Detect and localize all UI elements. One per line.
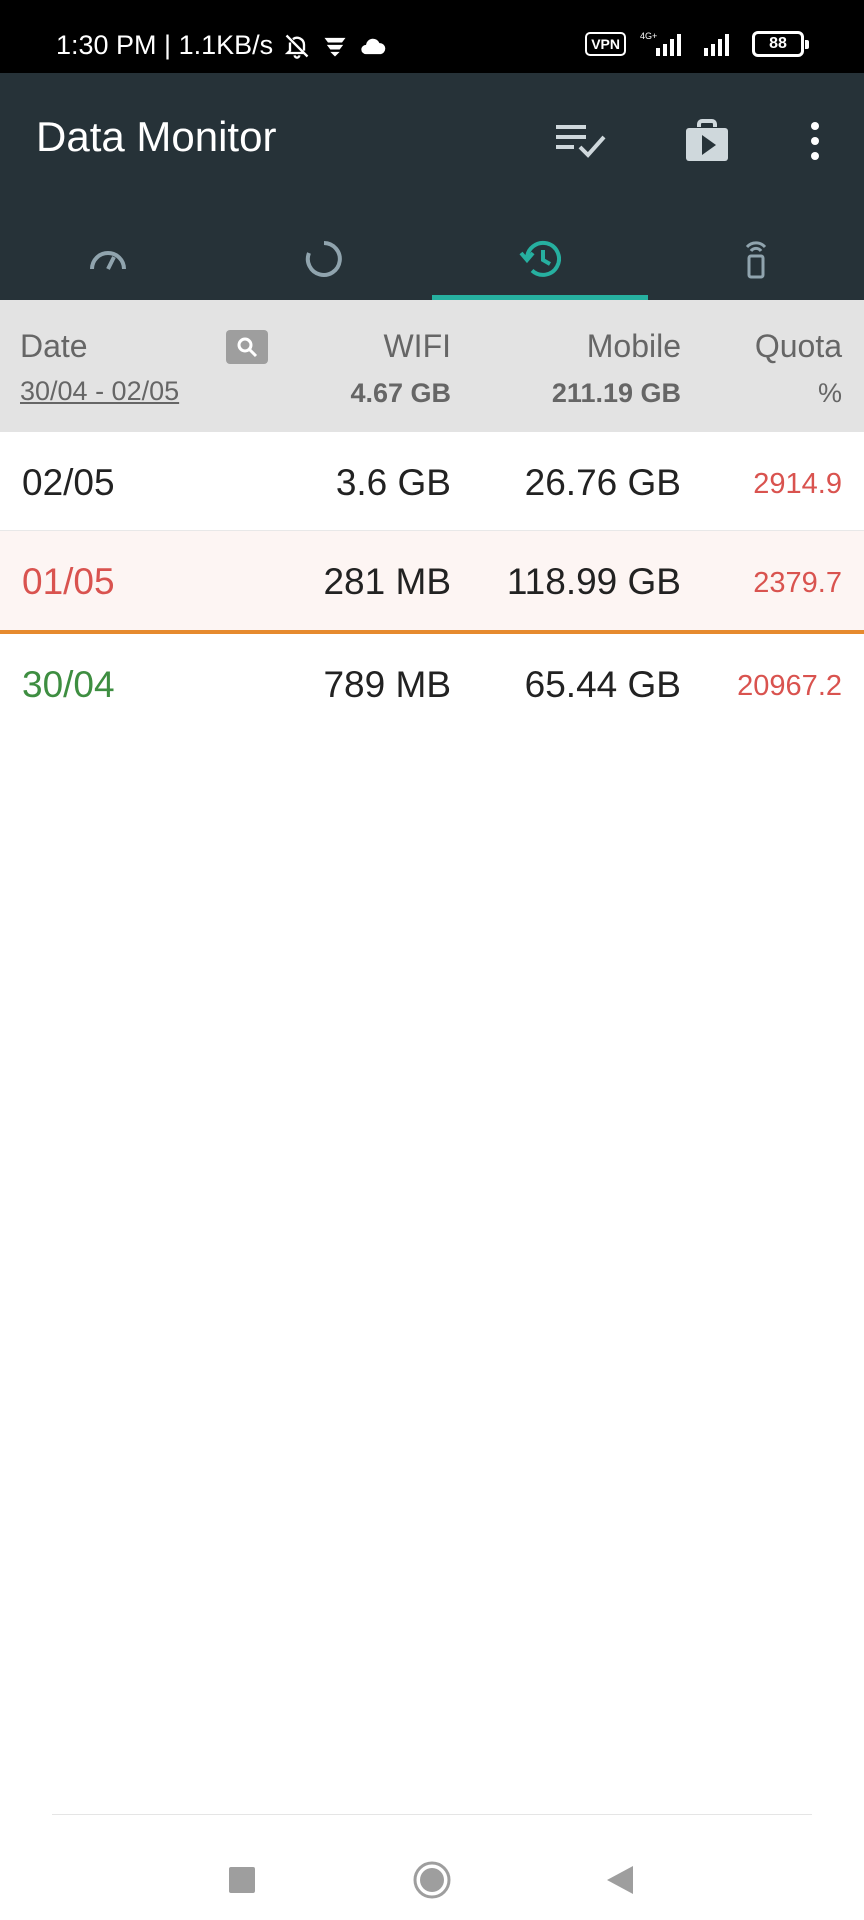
tab-history[interactable] — [432, 217, 648, 300]
row-mobile: 65.44 GB — [524, 664, 681, 705]
status-bar: 1:30 PM | 1.1KB/s VPN 4G+ 88 — [0, 0, 864, 73]
row-wifi: 3.6 GB — [335, 462, 451, 503]
row-quota: 2379.7 — [753, 567, 842, 599]
home-circle-icon — [413, 1861, 451, 1899]
recents-button[interactable] — [214, 1852, 270, 1908]
row-date: 02/05 — [22, 462, 115, 503]
wifi-total: 4.67 GB — [350, 378, 451, 408]
app-notification-icon — [324, 37, 346, 56]
status-time-speed: 1:30 PM | 1.1KB/s — [56, 30, 274, 60]
nav-divider — [52, 1814, 812, 1815]
table-row[interactable]: 30/04 789 MB 65.44 GB 20967.2 — [0, 634, 864, 733]
system-nav-bar — [0, 1814, 864, 1920]
store-button[interactable] — [671, 105, 743, 177]
vpn-badge: VPN — [585, 32, 626, 56]
cloud-icon — [361, 38, 386, 54]
row-quota: 20967.2 — [737, 670, 842, 702]
quota-unit: % — [817, 378, 842, 408]
tab-speed[interactable] — [0, 217, 216, 300]
tab-usage[interactable] — [216, 217, 432, 300]
row-mobile: 118.99 GB — [506, 561, 681, 602]
speedometer-icon — [90, 250, 126, 270]
signal-4g-icon: 4G+ — [640, 31, 681, 56]
more-vert-icon — [811, 122, 819, 160]
history-icon — [519, 240, 561, 277]
row-quota: 2914.9 — [753, 468, 842, 500]
tab-bar — [0, 217, 864, 300]
network-type-label: 4G+ — [640, 31, 657, 41]
search-button[interactable] — [226, 330, 268, 364]
back-button[interactable] — [592, 1852, 648, 1908]
table-header: Date 30/04 - 02/05 WIFI 4.67 GB Mobile 2… — [0, 300, 864, 432]
mobile-total: 211.19 GB — [551, 378, 681, 408]
app-bar: Data Monitor — [0, 73, 864, 300]
store-icon — [686, 119, 728, 161]
checklist-button[interactable] — [545, 105, 617, 177]
row-mobile: 26.76 GB — [524, 462, 681, 503]
date-column-header: Date — [20, 328, 88, 364]
date-range-link[interactable]: 30/04 - 02/05 — [20, 376, 179, 407]
table-row[interactable]: 01/05 281 MB 118.99 GB 2379.7 — [0, 531, 864, 634]
row-wifi: 281 MB — [323, 561, 451, 602]
row-wifi: 789 MB — [323, 664, 451, 705]
quota-column-header: Quota — [754, 328, 842, 364]
more-options-button[interactable] — [779, 105, 851, 177]
phone-signal-icon — [745, 240, 767, 278]
battery-icon: 88 — [752, 31, 809, 57]
home-button[interactable] — [404, 1852, 460, 1908]
row-date: 30/04 — [22, 664, 115, 705]
wifi-column-header: WIFI — [383, 328, 451, 364]
table-row[interactable]: 02/05 3.6 GB 26.76 GB 2914.9 — [0, 432, 864, 531]
mobile-column-header: Mobile — [586, 328, 681, 364]
tab-devices[interactable] — [648, 217, 864, 300]
bell-off-icon — [284, 34, 309, 59]
app-title: Data Monitor — [36, 113, 277, 160]
battery-level: 88 — [769, 35, 787, 52]
recents-square-icon — [229, 1867, 255, 1893]
signal-icon — [704, 34, 729, 56]
row-date: 01/05 — [22, 561, 115, 602]
search-icon — [237, 337, 258, 358]
back-triangle-icon — [607, 1866, 633, 1894]
circular-progress-icon — [305, 240, 342, 277]
checklist-icon — [556, 125, 606, 158]
